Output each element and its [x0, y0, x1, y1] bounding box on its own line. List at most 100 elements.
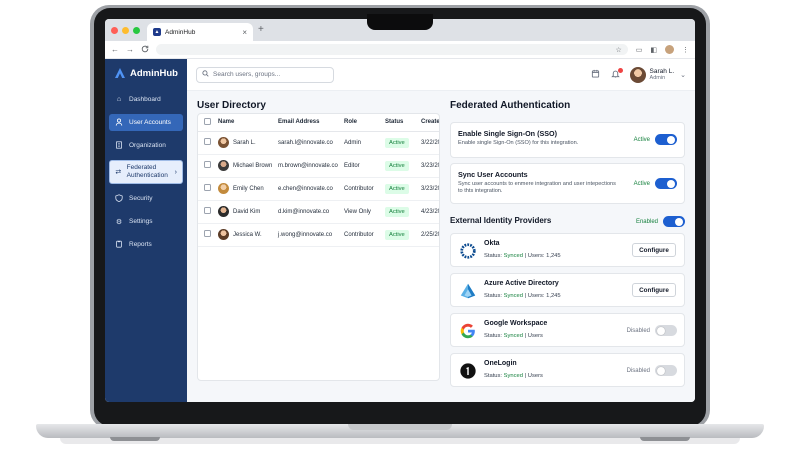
column-header-role[interactable]: Role: [341, 114, 382, 132]
search-input[interactable]: Search users, groups...: [196, 66, 334, 83]
row-checkbox[interactable]: [204, 138, 211, 145]
address-bar[interactable]: ☆: [156, 44, 628, 55]
browser-profile-avatar[interactable]: [665, 45, 674, 54]
status-value: Synced: [503, 293, 524, 299]
browser-menu-icon[interactable]: ⋮: [682, 46, 689, 54]
azure-logo-icon: [459, 282, 477, 300]
avatar[interactable]: [629, 66, 646, 83]
close-window-button[interactable]: [111, 26, 118, 34]
extension-icon[interactable]: ▭: [636, 46, 643, 54]
reload-button[interactable]: [141, 45, 149, 55]
status-label: Status:: [484, 333, 503, 339]
avatar: [218, 160, 229, 171]
side-panel-icon[interactable]: ◧: [650, 46, 657, 54]
table-row[interactable]: David Kim d.kim@innovate.co View Only Ac…: [198, 200, 439, 224]
column-header-email[interactable]: Email Address: [275, 114, 341, 132]
maximize-window-button[interactable]: [133, 26, 140, 34]
laptop-opening-lip: [348, 424, 452, 430]
column-header-status[interactable]: Status: [382, 114, 418, 132]
shield-icon: [114, 193, 124, 204]
sync-toggle[interactable]: [655, 178, 677, 189]
user-directory-table: Name Email Address Role Status Created S…: [197, 113, 440, 381]
onelogin-toggle[interactable]: [655, 365, 677, 376]
building-icon: [114, 140, 124, 151]
idp-status: Status: Synced | Users: [484, 333, 543, 339]
sidebar-item-label: Security: [129, 194, 153, 202]
back-button[interactable]: ←: [111, 45, 119, 54]
configure-azure-button[interactable]: Configure: [632, 283, 676, 297]
laptop-mockup: ▲ AdminHub × + ← → ☆ ▭ ◧ ⋮ AdminHub ⌂ Da…: [0, 0, 800, 450]
page-title: User Directory: [197, 100, 266, 111]
new-tab-button[interactable]: +: [258, 24, 264, 35]
sidebar-item-reports[interactable]: Reports: [109, 236, 183, 253]
forward-button[interactable]: →: [126, 45, 134, 54]
table-row[interactable]: Jessica W. j.wong@innovate.co Contributo…: [198, 223, 439, 247]
bell-icon[interactable]: [610, 68, 623, 80]
sidebar-item-organization[interactable]: Organization: [109, 137, 183, 154]
email-cell: e.chen@innovate.co: [275, 177, 341, 201]
idp-card-onelogin: OneLogin Status: Synced | Users Disabled: [450, 353, 685, 387]
idp-name: Google Workspace: [484, 320, 548, 327]
google-toggle[interactable]: [655, 325, 677, 336]
search-placeholder: Search users, groups...: [213, 71, 281, 78]
created-cell: 4/23/20: [418, 200, 439, 224]
reload-icon: [141, 45, 149, 52]
idp-status: Status: Synced | Users: 1,245: [484, 293, 561, 299]
users-count: Users: 1,245: [527, 253, 561, 259]
users-count: Users: 1,245: [527, 293, 561, 299]
user-menu[interactable]: Sarah L. Admin: [650, 68, 675, 82]
avatar: [218, 206, 229, 217]
table-row[interactable]: Michael Brown m.brown@innovate.co Editor…: [198, 154, 439, 178]
table-row[interactable]: Emily Chen e.chen@innovate.co Contributo…: [198, 177, 439, 201]
table-row[interactable]: Sarah L. sarah.l@innovate.co Admin Activ…: [198, 131, 439, 155]
brand-name: AdminHub: [129, 67, 178, 79]
minimize-window-button[interactable]: [122, 26, 129, 34]
sidebar-item-label: Organization: [129, 141, 166, 149]
sidebar-item-settings[interactable]: ⚙ Settings: [109, 213, 183, 230]
chevron-down-icon[interactable]: ⌄: [680, 71, 686, 79]
clipboard-icon: [114, 240, 124, 250]
tab-close-icon[interactable]: ×: [242, 28, 247, 37]
status-badge: Active: [385, 160, 409, 171]
table-header: Name Email Address Role Status Created: [198, 114, 439, 132]
sidebar-item-label: User Accounts: [129, 118, 171, 126]
adminhub-favicon-icon: ▲: [153, 28, 161, 36]
select-all-checkbox[interactable]: [204, 117, 211, 125]
row-checkbox[interactable]: [204, 230, 211, 237]
idp-toggle-group: Enabled: [636, 216, 685, 227]
tab-title: AdminHub: [165, 28, 196, 36]
sync-toggle-group: Active: [634, 178, 677, 189]
idp-toggle[interactable]: [663, 216, 685, 227]
column-header-name[interactable]: Name: [215, 114, 275, 132]
sidebar-item-label: Reports: [129, 240, 152, 248]
sidebar-item-federated-authentication[interactable]: ⇄ Federated Authentication ›: [109, 160, 183, 184]
laptop-shadow: [60, 438, 740, 444]
onelogin-logo-icon: [459, 362, 477, 380]
avatar: [218, 137, 229, 148]
row-checkbox[interactable]: [204, 207, 211, 214]
sso-toggle[interactable]: [655, 134, 677, 145]
role-cell: Editor: [341, 154, 382, 178]
configure-okta-button[interactable]: Configure: [632, 243, 676, 257]
okta-logo-icon: [459, 242, 477, 260]
sidebar-item-label: Dashboard: [129, 95, 161, 103]
bookmark-star-icon[interactable]: ☆: [615, 46, 621, 54]
row-checkbox[interactable]: [204, 161, 211, 168]
row-checkbox[interactable]: [204, 184, 211, 191]
column-header-created[interactable]: Created: [418, 114, 439, 132]
sidebar-item-user-accounts[interactable]: User Accounts: [109, 114, 183, 131]
onelogin-toggle-group: Disabled: [627, 365, 677, 376]
search-icon: [202, 70, 209, 79]
created-cell: 2/25/20: [418, 223, 439, 247]
calendar-icon[interactable]: [591, 69, 600, 80]
camera-notch: [367, 14, 433, 30]
sidebar-item-dashboard[interactable]: ⌂ Dashboard: [109, 91, 183, 108]
browser-tab-adminhub[interactable]: ▲ AdminHub ×: [147, 23, 253, 41]
avatar: [218, 183, 229, 194]
brand[interactable]: AdminHub: [105, 67, 187, 79]
swap-icon: ⇄: [115, 169, 122, 176]
idp-status: Status: Synced | Users: 1,245: [484, 253, 561, 259]
sidebar-item-security[interactable]: Security: [109, 190, 183, 207]
sso-description: Enable single Sign-On (SSO) for this int…: [458, 140, 579, 146]
home-icon: ⌂: [116, 96, 122, 103]
